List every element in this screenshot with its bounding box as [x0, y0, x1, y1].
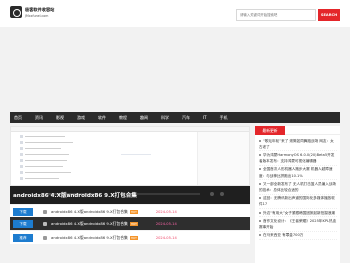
list-item[interactable]: 华为鸿蒙HarmonyOS 6.0.0(20)Beta5开发者版本发布：支持鸿蒙…	[259, 151, 337, 166]
nav-item-software[interactable]: 软件	[98, 115, 106, 121]
file-icon	[43, 221, 47, 226]
list-item[interactable]: 首作文化设计：《王者荣耀》2025年KPL热血赛事开始	[259, 217, 337, 232]
latest-list: “歌坛年轮”来了 滚筒如同舞蹈战场 网友：太古老了 华为鸿蒙HarmonyOS …	[255, 135, 340, 240]
article-screenshot	[10, 126, 250, 186]
screenshot-side-panel	[197, 132, 249, 185]
nav-item-phones[interactable]: 手机	[220, 115, 228, 121]
download-tag: 推荐	[13, 233, 33, 242]
bullet-icon	[259, 219, 261, 222]
download-row[interactable]: 下载 androidx86 4.X版androidx86 9.X打包合集 HOT…	[10, 217, 250, 230]
download-row[interactable]: 推荐 androidx86 4.X版androidx86 9.X打包合集 HOT…	[10, 231, 250, 244]
article-title: androidx86 4.X版androidx86 9.X打包合集	[13, 193, 137, 199]
download-date: 2024-05-14	[155, 221, 177, 226]
bullet-icon	[259, 234, 261, 237]
bullet-icon	[259, 197, 261, 200]
bullet-icon	[259, 139, 261, 142]
bullet-icon	[259, 168, 261, 171]
search-input[interactable]	[236, 9, 316, 21]
download-link[interactable]: androidx86 4.X版androidx86 9.X打包合集	[51, 209, 128, 215]
list-item[interactable]: 在马来西亚 有罪金700万	[259, 232, 337, 240]
hot-badge: HOT	[129, 221, 138, 226]
bullet-icon	[259, 153, 261, 156]
list-item[interactable]: “歌坛年轮”来了 滚筒如同舞蹈战场 网友：太古老了	[259, 137, 337, 152]
file-icon	[43, 235, 47, 240]
bullet-icon	[259, 182, 261, 185]
nav-item-games[interactable]: 游戏	[77, 115, 85, 121]
site-title: 极客软件收容站	[25, 6, 55, 12]
main-nav: 首页 资讯 影视 游戏 软件 教程 趣闻 科学 汽车 IT 手机	[10, 112, 340, 123]
download-date: 2024-05-14	[155, 209, 177, 214]
site-subtitle: JMxxfunel.com	[25, 13, 49, 18]
list-item[interactable]: 全国首次人形机器人跑步大赛 机器人越障速度：与战神比拼跑出10.1%	[259, 166, 337, 181]
hot-badge: HOT	[129, 209, 138, 214]
tab-latest[interactable]: 最新更新	[255, 126, 285, 135]
search-button[interactable]: SEARCH	[318, 9, 340, 21]
download-link[interactable]: androidx86 4.X版androidx86 9.X打包合集	[51, 221, 128, 227]
download-link[interactable]: androidx86 4.X版androidx86 9.X打包合集	[51, 235, 128, 241]
nav-item-science[interactable]: 科学	[161, 115, 169, 121]
sidebar: 最新更新 “歌坛年轮”来了 滚筒如同舞蹈战场 网友：太古老了 华为鸿蒙Harmo…	[255, 126, 340, 263]
nav-item-tutorials[interactable]: 教程	[119, 115, 127, 121]
nav-item-news[interactable]: 资讯	[35, 115, 43, 121]
nav-item-movies[interactable]: 影视	[56, 115, 64, 121]
nav-item-cars[interactable]: 汽车	[182, 115, 190, 121]
nav-item-fun[interactable]: 趣闻	[140, 115, 148, 121]
site-logo[interactable]: 极客软件收容站 JMxxfunel.com	[10, 6, 54, 18]
list-item[interactable]: 又一部全新发布了 无人机打击篮人员编入战场的技术：总体比较合适的	[259, 180, 337, 195]
list-item[interactable]: 这回：无腾讯新出声道的国际化多媒体播放软件17	[259, 195, 337, 210]
logo-icon	[10, 6, 22, 18]
site-header: 极客软件收容站 JMxxfunel.com SEARCH	[0, 0, 350, 27]
nav-item-it[interactable]: IT	[203, 115, 207, 120]
bullet-icon	[259, 211, 261, 214]
sidebar-tabs: 最新更新	[255, 126, 340, 135]
hot-badge: HOT	[129, 235, 138, 240]
file-icon	[43, 209, 47, 214]
nav-item-home[interactable]: 首页	[14, 115, 22, 121]
download-date: 2024-05-14	[155, 235, 177, 240]
download-tag: 下载	[13, 207, 33, 216]
download-tag: 下载	[13, 219, 33, 228]
list-item[interactable]: 外边“有用大”女子紧跟韩国团掀起新拍摄浪潮	[259, 209, 337, 218]
